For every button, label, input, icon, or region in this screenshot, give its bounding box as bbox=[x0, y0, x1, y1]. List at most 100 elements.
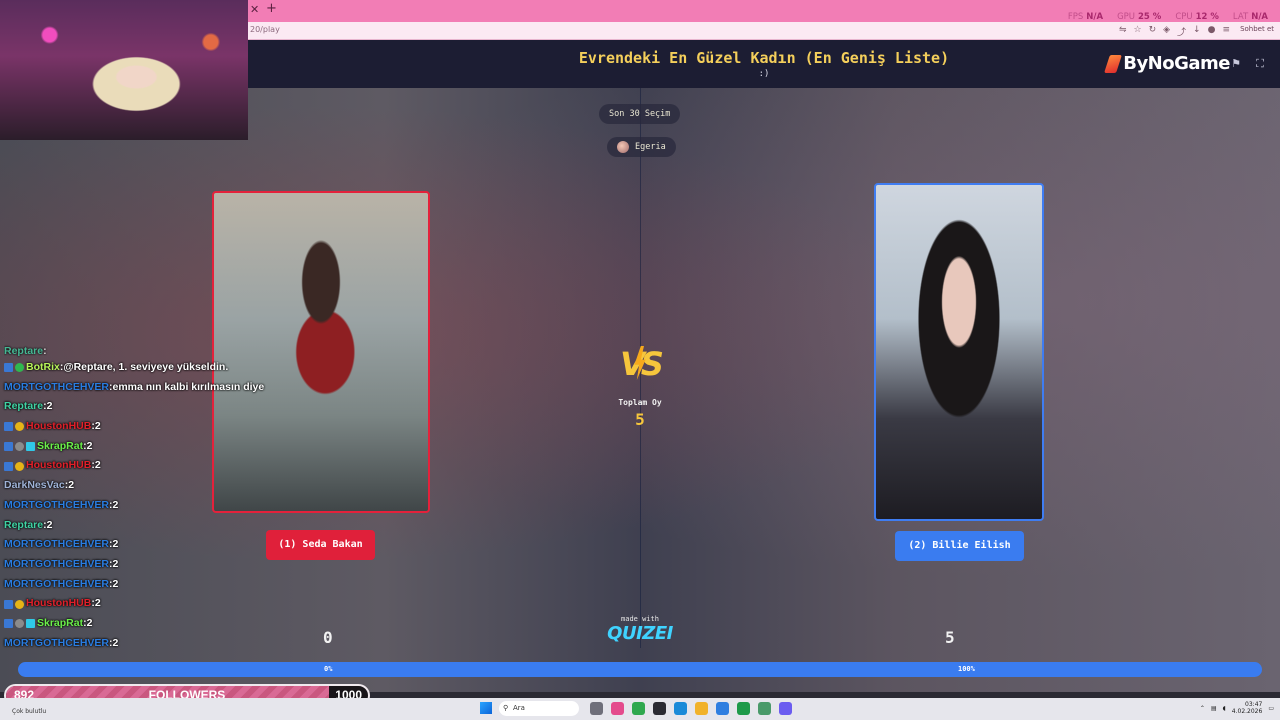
weather-widget[interactable]: Çok bulutlu bbox=[12, 708, 46, 715]
right-choice-button[interactable]: (2) Billie Eilish bbox=[895, 531, 1024, 561]
chat-username[interactable]: BotRix bbox=[26, 358, 60, 378]
right-choice-photo[interactable] bbox=[874, 183, 1044, 521]
chat-message: Reptare : bbox=[4, 344, 304, 358]
user-name: Egeria bbox=[635, 142, 666, 152]
gold-badge-icon bbox=[15, 599, 24, 609]
fullscreen-icon[interactable]: ⛶ bbox=[1252, 56, 1268, 72]
chat-username[interactable]: MORTGOTHCEHVER bbox=[4, 496, 109, 516]
left-percent: 0% bbox=[324, 665, 333, 673]
task-view-icon[interactable] bbox=[590, 702, 603, 715]
made-with-label: made with bbox=[621, 615, 659, 623]
chat-message: MORTGOTHCEHVER : emma nın kalbi kırılmas… bbox=[4, 378, 304, 398]
taskbar-apps bbox=[590, 702, 792, 715]
reload-icon[interactable]: ↻ bbox=[1149, 25, 1157, 38]
chat-message: DarkNesVac : 2 bbox=[4, 476, 304, 496]
mod-badge-icon bbox=[15, 619, 24, 629]
new-tab-icon[interactable]: + bbox=[266, 1, 277, 16]
stat-value: 25 % bbox=[1138, 12, 1162, 22]
chat-separator: : bbox=[43, 345, 47, 357]
prime-badge-icon bbox=[4, 442, 13, 452]
total-votes-label: Toplam Oy bbox=[618, 398, 662, 407]
volume-icon[interactable]: ◖ bbox=[1223, 705, 1226, 712]
file-explorer-icon[interactable] bbox=[695, 702, 708, 715]
green-badge-icon bbox=[15, 363, 24, 373]
tab-close-icon[interactable]: ✕ bbox=[250, 3, 259, 16]
stat-value: N/A bbox=[1086, 12, 1104, 22]
extension-icon[interactable]: ◈ bbox=[1163, 25, 1170, 38]
chat-message: SkrapRat : 2 bbox=[4, 437, 304, 457]
chat-message: MORTGOTHCEHVER : 2 bbox=[4, 555, 304, 575]
store-icon[interactable] bbox=[632, 702, 645, 715]
menu-icon[interactable]: ≡ bbox=[1222, 25, 1230, 38]
stat-value: 12 % bbox=[1195, 12, 1219, 22]
chat-button[interactable]: Sohbet et bbox=[1240, 25, 1274, 33]
user-pill[interactable]: Egeria bbox=[607, 137, 676, 157]
chat-username[interactable]: SkrapRat bbox=[37, 437, 83, 457]
tray-chevron-icon[interactable]: ⌃ bbox=[1200, 705, 1205, 712]
clock-time: 03:47 bbox=[1245, 701, 1263, 708]
brand-logo[interactable]: ByNoGame bbox=[1104, 53, 1230, 74]
system-tray: ⌃ ▤ ◖ 03:47 4.02.2026 ▭ bbox=[1200, 701, 1274, 715]
prime-badge-icon bbox=[4, 363, 13, 373]
chat-username[interactable]: MORTGOTHCEHVER bbox=[4, 535, 109, 555]
chat-username[interactable]: HoustonHUB bbox=[26, 456, 91, 476]
chat-text: 2 bbox=[94, 597, 101, 610]
stat-gpu: GPU 25 % bbox=[1117, 12, 1161, 22]
chat-text: 2 bbox=[46, 518, 53, 531]
chat-message: SkrapRat : 2 bbox=[4, 614, 304, 634]
chat-text: @Reptare, 1. seviyeye yükseldin. bbox=[63, 361, 229, 373]
chat-username[interactable]: Reptare bbox=[4, 346, 43, 357]
taskbar-search[interactable]: ⚲ Ara bbox=[499, 701, 579, 716]
prime-badge-icon bbox=[4, 599, 13, 609]
chat-message: HoustonHUB : 2 bbox=[4, 594, 304, 614]
stat-label: FPS bbox=[1067, 12, 1084, 22]
copilot-icon[interactable] bbox=[611, 702, 624, 715]
app-icon[interactable] bbox=[716, 702, 729, 715]
discord-icon[interactable] bbox=[779, 702, 792, 715]
chat-text: 2 bbox=[112, 557, 119, 570]
chat-username[interactable]: Reptare bbox=[4, 397, 43, 417]
right-percent: 100% bbox=[958, 665, 975, 673]
chat-message: MORTGOTHCEHVER : 2 bbox=[4, 496, 304, 516]
share-icon[interactable]: ⤴ bbox=[1177, 25, 1186, 38]
chat-message: MORTGOTHCEHVER : 2 bbox=[4, 535, 304, 555]
chat-username[interactable]: SkrapRat bbox=[37, 614, 83, 634]
address-bar-icons: ⇋ ☆ ↻ ◈ ⤴ ↓ ● ≡ bbox=[1119, 25, 1230, 38]
flag-icon[interactable]: ⚑ bbox=[1228, 56, 1244, 72]
chat-text: 2 bbox=[94, 420, 101, 433]
edge-icon[interactable] bbox=[674, 702, 687, 715]
notification-icon[interactable]: ▭ bbox=[1268, 705, 1274, 712]
recent-choices-pill[interactable]: Son 30 Seçim bbox=[599, 104, 681, 124]
chat-username[interactable]: HoustonHUB bbox=[26, 417, 91, 437]
chat-username[interactable]: MORTGOTHCEHVER bbox=[4, 575, 109, 595]
chat-username[interactable]: MORTGOTHCEHVER bbox=[4, 634, 109, 654]
network-icon[interactable]: ▤ bbox=[1211, 705, 1217, 712]
clock[interactable]: 03:47 4.02.2026 bbox=[1232, 701, 1263, 715]
right-score: 5 bbox=[945, 628, 955, 647]
excel-icon[interactable] bbox=[737, 702, 750, 715]
chat-username[interactable]: DarkNesVac bbox=[4, 476, 65, 496]
chat-username[interactable]: MORTGOTHCEHVER bbox=[4, 555, 109, 575]
translate-icon[interactable]: ⇋ bbox=[1119, 25, 1127, 38]
streamer-webcam bbox=[0, 0, 248, 140]
terminal-icon[interactable] bbox=[653, 702, 666, 715]
profile-icon[interactable]: ● bbox=[1208, 25, 1216, 38]
mod-badge-icon bbox=[15, 442, 24, 452]
chat-text: 2 bbox=[46, 400, 53, 413]
download-icon[interactable]: ↓ bbox=[1193, 25, 1201, 38]
quizei-logo[interactable]: QUIZEI bbox=[600, 623, 680, 644]
prime-badge-icon bbox=[4, 619, 13, 629]
url-text[interactable]: 20/play bbox=[250, 25, 280, 34]
left-score: 0 bbox=[323, 628, 333, 647]
chat-username[interactable]: Reptare bbox=[4, 516, 43, 536]
start-button-icon[interactable] bbox=[480, 702, 492, 714]
chat-message: MORTGOTHCEHVER : 2 bbox=[4, 575, 304, 595]
gold-badge-icon bbox=[15, 461, 24, 471]
sub-badge-icon bbox=[26, 619, 35, 629]
chrome-icon[interactable] bbox=[758, 702, 771, 715]
star-icon[interactable]: ☆ bbox=[1133, 25, 1141, 38]
chat-text: emma nın kalbi kırılmasın diye bbox=[112, 380, 265, 393]
chat-text: 2 bbox=[86, 439, 93, 452]
chat-username[interactable]: MORTGOTHCEHVER bbox=[4, 378, 109, 398]
chat-username[interactable]: HoustonHUB bbox=[26, 594, 91, 614]
